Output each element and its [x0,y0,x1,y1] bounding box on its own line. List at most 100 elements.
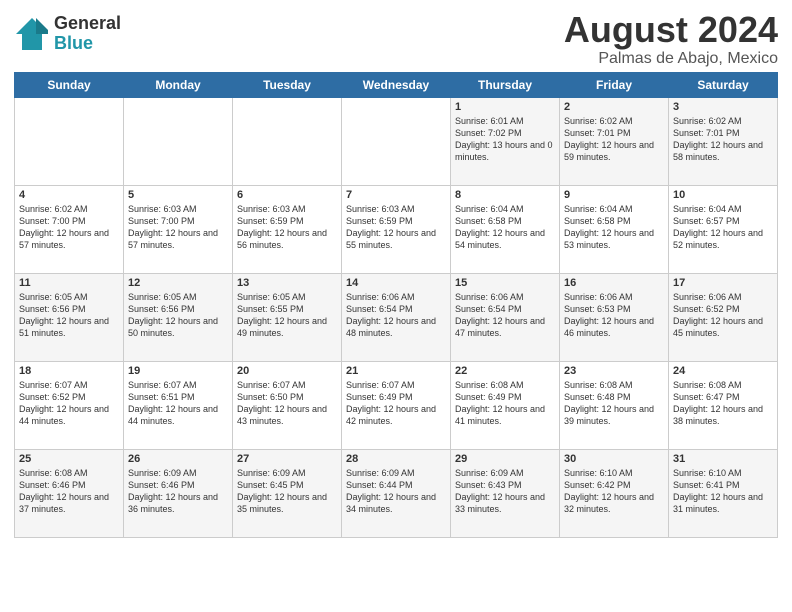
day-content: Sunrise: 6:05 AM Sunset: 6:55 PM Dayligh… [237,291,337,340]
day-number: 27 [237,453,337,465]
table-row: 5Sunrise: 6:03 AM Sunset: 7:00 PM Daylig… [124,185,233,273]
table-row: 2Sunrise: 6:02 AM Sunset: 7:01 PM Daylig… [560,97,669,185]
day-number: 20 [237,365,337,377]
day-content: Sunrise: 6:09 AM Sunset: 6:43 PM Dayligh… [455,467,555,516]
day-content: Sunrise: 6:02 AM Sunset: 7:01 PM Dayligh… [673,115,773,164]
col-sunday: Sunday [15,72,124,97]
day-content: Sunrise: 6:03 AM Sunset: 7:00 PM Dayligh… [128,203,228,252]
day-content: Sunrise: 6:06 AM Sunset: 6:54 PM Dayligh… [455,291,555,340]
table-row: 15Sunrise: 6:06 AM Sunset: 6:54 PM Dayli… [451,273,560,361]
day-number: 9 [564,189,664,201]
day-content: Sunrise: 6:08 AM Sunset: 6:48 PM Dayligh… [564,379,664,428]
day-number: 24 [673,365,773,377]
day-content: Sunrise: 6:08 AM Sunset: 6:49 PM Dayligh… [455,379,555,428]
day-content: Sunrise: 6:08 AM Sunset: 6:47 PM Dayligh… [673,379,773,428]
logo-icon [14,16,50,52]
day-content: Sunrise: 6:09 AM Sunset: 6:46 PM Dayligh… [128,467,228,516]
table-row: 18Sunrise: 6:07 AM Sunset: 6:52 PM Dayli… [15,361,124,449]
table-row: 17 Sunrise: 6:06 AM Sunset: 6:52 PM Dayli… [669,273,778,361]
day-number: 13 [237,277,337,289]
day-number: 29 [455,453,555,465]
table-row: 13 Sunrise: 6:05 AM Sunset: 6:55 PM Dayli… [233,273,342,361]
col-thursday: Thursday [451,72,560,97]
day-number: 26 [128,453,228,465]
table-row: 4 Sunrise: 6:02 AM Sunset: 7:00 PM Daylig… [15,185,124,273]
table-row: 29 Sunrise: 6:09 AM Sunset: 6:43 PM Dayli… [451,449,560,537]
day-content: Sunrise: 6:05 AM Sunset: 6:56 PM Dayligh… [128,291,228,340]
day-content: Sunrise: 6:06 AM Sunset: 6:54 PM Dayligh… [346,291,446,340]
day-number: 23 [564,365,664,377]
day-number: 31 [673,453,773,465]
day-content: Sunrise: 6:02 AM Sunset: 7:01 PM Dayligh… [564,115,664,164]
day-number: 6 [237,189,337,201]
day-number: 14 [346,277,446,289]
day-number: 3 [673,101,773,113]
day-content: Sunrise: 6:03 AM Sunset: 6:59 PM Dayligh… [237,203,337,252]
day-content: Sunrise: 6:04 AM Sunset: 6:57 PM Dayligh… [673,203,773,252]
day-number: 1 [455,101,555,113]
day-number: 21 [346,365,446,377]
logo-line2: Blue [54,34,121,54]
col-saturday: Saturday [669,72,778,97]
day-number: 10 [673,189,773,201]
day-content: Sunrise: 6:02 AM Sunset: 7:00 PM Dayligh… [19,203,119,252]
table-row: 11Sunrise: 6:05 AM Sunset: 6:56 PM Dayli… [15,273,124,361]
table-row: 24 Sunrise: 6:08 AM Sunset: 6:47 PM Dayli… [669,361,778,449]
table-row [342,97,451,185]
day-number: 28 [346,453,446,465]
day-number: 25 [19,453,119,465]
day-content: Sunrise: 6:09 AM Sunset: 6:44 PM Dayligh… [346,467,446,516]
calendar-week-row: 4 Sunrise: 6:02 AM Sunset: 7:00 PM Daylig… [15,185,778,273]
table-row: 28 Sunrise: 6:09 AM Sunset: 6:44 PM Dayli… [342,449,451,537]
table-row: 7Sunrise: 6:03 AM Sunset: 6:59 PM Daylig… [342,185,451,273]
day-number: 19 [128,365,228,377]
day-content: Sunrise: 6:04 AM Sunset: 6:58 PM Dayligh… [564,203,664,252]
day-number: 4 [19,189,119,201]
table-row: 22 Sunrise: 6:08 AM Sunset: 6:49 PM Dayli… [451,361,560,449]
table-row: 12 Sunrise: 6:05 AM Sunset: 6:56 PM Dayli… [124,273,233,361]
table-row: 31 Sunrise: 6:10 AM Sunset: 6:41 PM Dayli… [669,449,778,537]
col-tuesday: Tuesday [233,72,342,97]
calendar-header-row: Sunday Monday Tuesday Wednesday Thursday… [15,72,778,97]
table-row: 25Sunrise: 6:08 AM Sunset: 6:46 PM Dayli… [15,449,124,537]
calendar-table: Sunday Monday Tuesday Wednesday Thursday… [14,72,778,538]
day-content: Sunrise: 6:03 AM Sunset: 6:59 PM Dayligh… [346,203,446,252]
logo-line1: General [54,14,121,34]
logo: General Blue [14,14,121,54]
calendar-subtitle: Palmas de Abajo, Mexico [564,50,778,68]
day-number: 11 [19,277,119,289]
table-row: 16Sunrise: 6:06 AM Sunset: 6:53 PM Dayli… [560,273,669,361]
day-content: Sunrise: 6:06 AM Sunset: 6:52 PM Dayligh… [673,291,773,340]
table-row: 26 Sunrise: 6:09 AM Sunset: 6:46 PM Dayli… [124,449,233,537]
calendar-week-row: 25Sunrise: 6:08 AM Sunset: 6:46 PM Dayli… [15,449,778,537]
day-number: 12 [128,277,228,289]
col-monday: Monday [124,72,233,97]
table-row: 20 Sunrise: 6:07 AM Sunset: 6:50 PM Dayli… [233,361,342,449]
day-content: Sunrise: 6:04 AM Sunset: 6:58 PM Dayligh… [455,203,555,252]
header: General Blue August 2024 Palmas de Abajo… [14,10,778,68]
table-row: 23 Sunrise: 6:08 AM Sunset: 6:48 PM Dayli… [560,361,669,449]
calendar-week-row: 1 Sunrise: 6:01 AM Sunset: 7:02 PM Daylig… [15,97,778,185]
calendar-title: August 2024 [564,10,778,50]
table-row: 10 Sunrise: 6:04 AM Sunset: 6:57 PM Dayli… [669,185,778,273]
day-content: Sunrise: 6:10 AM Sunset: 6:41 PM Dayligh… [673,467,773,516]
calendar-week-row: 18Sunrise: 6:07 AM Sunset: 6:52 PM Dayli… [15,361,778,449]
table-row: 19 Sunrise: 6:07 AM Sunset: 6:51 PM Dayli… [124,361,233,449]
day-number: 22 [455,365,555,377]
day-content: Sunrise: 6:01 AM Sunset: 7:02 PM Dayligh… [455,115,555,164]
table-row: 9 Sunrise: 6:04 AM Sunset: 6:58 PM Daylig… [560,185,669,273]
table-row: 21 Sunrise: 6:07 AM Sunset: 6:49 PM Dayli… [342,361,451,449]
day-number: 18 [19,365,119,377]
day-content: Sunrise: 6:07 AM Sunset: 6:50 PM Dayligh… [237,379,337,428]
title-block: August 2024 Palmas de Abajo, Mexico [564,10,778,68]
table-row [124,97,233,185]
table-row: 27Sunrise: 6:09 AM Sunset: 6:45 PM Dayli… [233,449,342,537]
table-row: 14 Sunrise: 6:06 AM Sunset: 6:54 PM Dayli… [342,273,451,361]
table-row: 3 Sunrise: 6:02 AM Sunset: 7:01 PM Daylig… [669,97,778,185]
day-content: Sunrise: 6:06 AM Sunset: 6:53 PM Dayligh… [564,291,664,340]
table-row: 8Sunrise: 6:04 AM Sunset: 6:58 PM Daylig… [451,185,560,273]
logo-text: General Blue [54,14,121,54]
day-content: Sunrise: 6:07 AM Sunset: 6:49 PM Dayligh… [346,379,446,428]
day-number: 17 [673,277,773,289]
day-content: Sunrise: 6:07 AM Sunset: 6:51 PM Dayligh… [128,379,228,428]
